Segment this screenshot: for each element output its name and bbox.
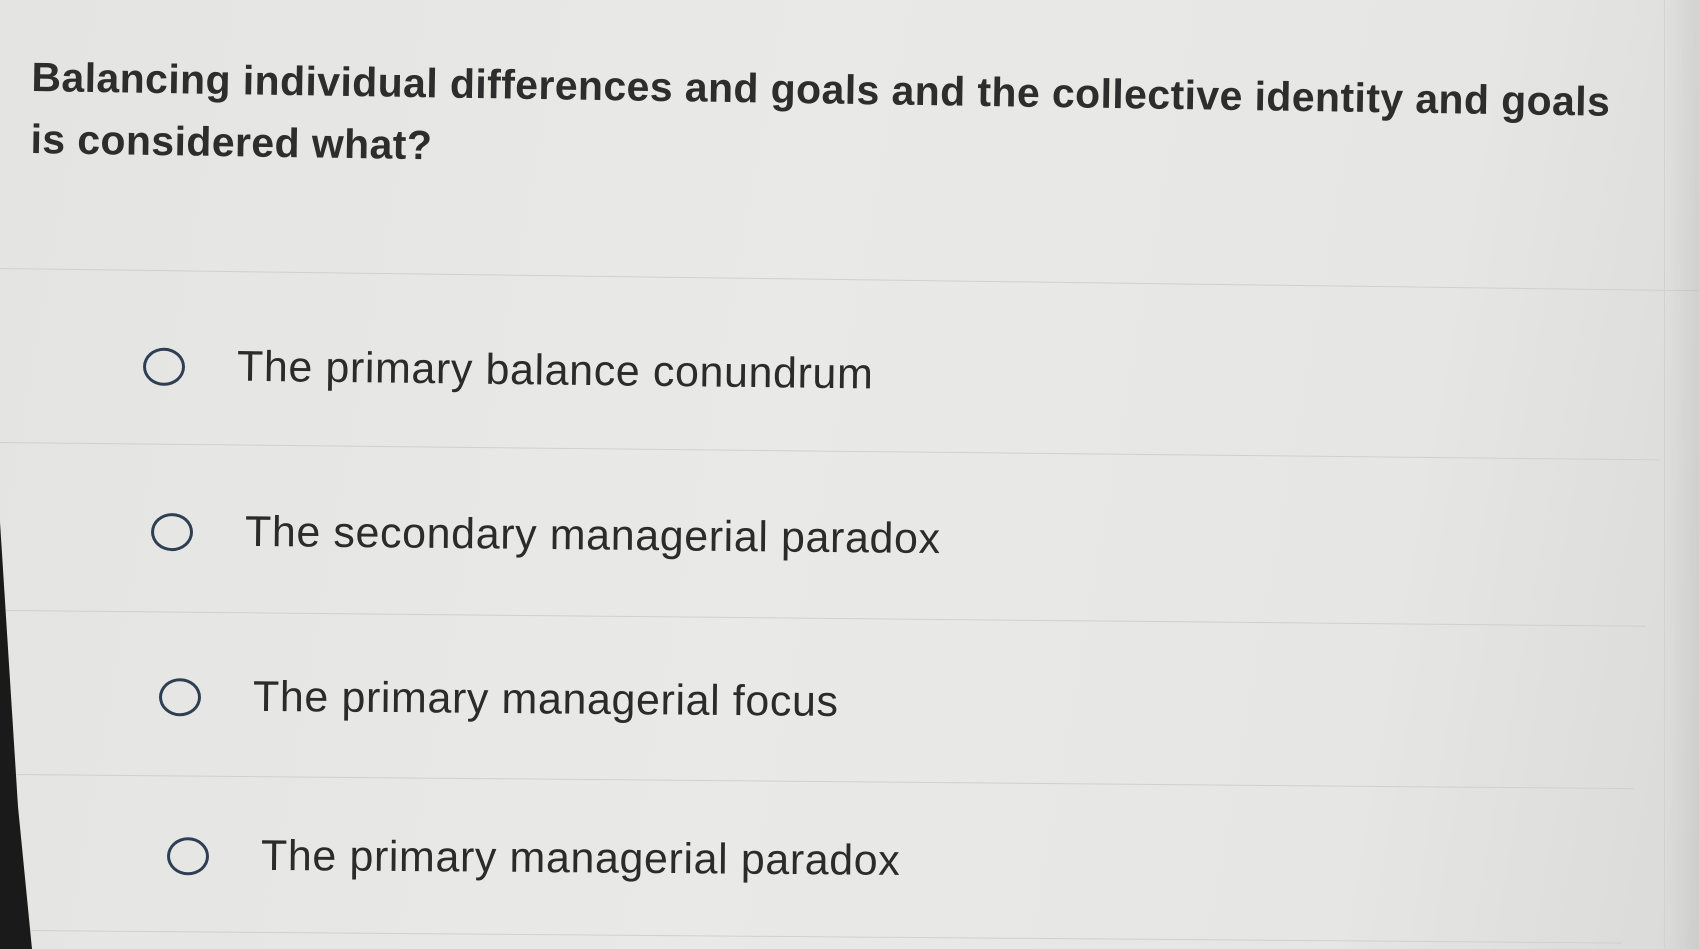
scroll-edge xyxy=(1664,0,1699,949)
answer-options: The primary balance conundrum The second… xyxy=(0,0,1699,949)
answer-option-4[interactable]: The primary managerial paradox xyxy=(166,831,901,886)
option-label: The secondary managerial paradox xyxy=(244,507,941,564)
radio-button[interactable] xyxy=(142,347,186,386)
option-label: The primary balance conundrum xyxy=(236,342,874,399)
radio-button[interactable] xyxy=(166,836,210,875)
answer-option-2[interactable]: The secondary managerial paradox xyxy=(150,507,941,564)
quiz-screen: Balancing individual differences and goa… xyxy=(0,0,1699,949)
answer-option-3[interactable]: The primary managerial focus xyxy=(158,672,839,727)
radio-button[interactable] xyxy=(150,512,194,551)
answer-option-1[interactable]: The primary balance conundrum xyxy=(142,342,874,400)
option-label: The primary managerial paradox xyxy=(260,831,901,885)
option-label: The primary managerial focus xyxy=(252,672,839,726)
radio-button[interactable] xyxy=(158,677,202,716)
